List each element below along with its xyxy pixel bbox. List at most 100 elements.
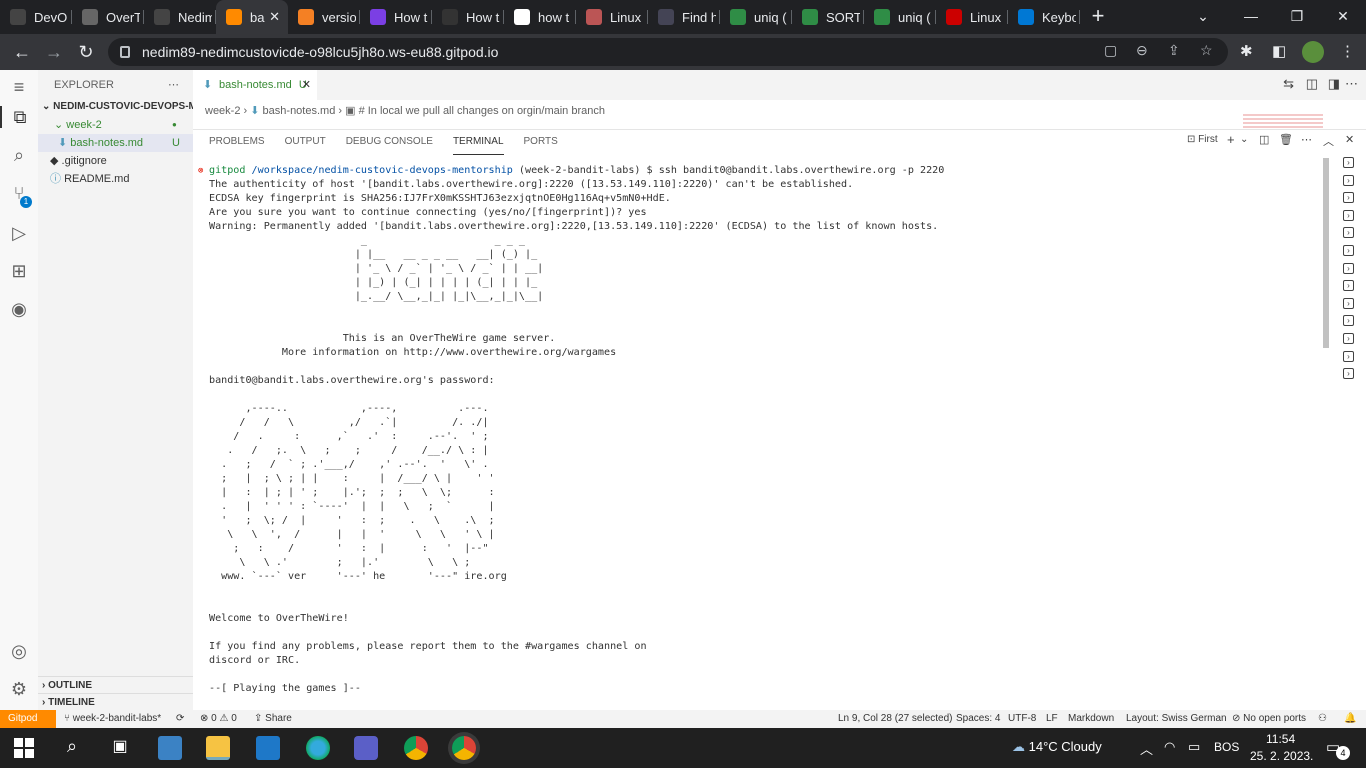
split-editor-icon[interactable]: ◨ [1328, 76, 1340, 92]
github-icon[interactable]: ◉ [8, 298, 30, 320]
file-readme[interactable]: ⓘ README.md [38, 170, 193, 188]
terminal-instance-icon[interactable]: › [1343, 333, 1354, 344]
account-icon[interactable]: ◎ [8, 640, 30, 662]
open-preview-icon[interactable]: ◫ [1306, 76, 1318, 92]
tab-terminal[interactable]: TERMINAL [452, 135, 504, 155]
browser-tab[interactable]: Linux [936, 0, 1008, 34]
chrome-icon[interactable] [404, 736, 428, 760]
reload-icon[interactable]: ↻ [70, 42, 102, 63]
chrome-menu-icon[interactable]: ⋮ [1340, 42, 1355, 60]
terminal-instance-icon[interactable]: › [1343, 227, 1354, 239]
extensions-icon[interactable]: ✱ [1240, 42, 1253, 60]
language-indicator[interactable]: BOS [1214, 740, 1239, 754]
browser-tab[interactable]: SORT [792, 0, 864, 34]
search-icon[interactable]: ⌕ [8, 144, 30, 166]
tray-chevron-icon[interactable]: ︿ [1140, 739, 1153, 758]
tab-output[interactable]: OUTPUT [285, 135, 326, 155]
browser-tab[interactable]: how t [504, 0, 576, 34]
task-view-icon[interactable]: ▣ [108, 736, 132, 760]
browser-tab[interactable]: Nedim [144, 0, 216, 34]
browser-tab[interactable]: Linux [576, 0, 648, 34]
zoom-icon[interactable]: ⊖ [1136, 42, 1148, 59]
problems-indicator[interactable]: ⊗ 0 ⚠ 0 [200, 710, 237, 728]
close-panel-icon[interactable]: ✕ [1345, 133, 1354, 146]
search-icon[interactable]: ⌕ [60, 736, 84, 760]
gitpod-remote-button[interactable]: Gitpod [0, 710, 56, 728]
close-tab-icon[interactable]: ✕ [269, 9, 280, 25]
tab-problems[interactable]: PROBLEMS [209, 135, 265, 155]
browser-tab[interactable]: ba ✕ [216, 0, 288, 34]
extensions-view-icon[interactable]: ⊞ [8, 260, 30, 282]
share-icon[interactable]: ⇪ [1168, 42, 1180, 59]
terminal-instance-icon[interactable]: › [1343, 209, 1354, 221]
browser-tab[interactable]: How t [360, 0, 432, 34]
trash-icon[interactable]: 🗑 [1279, 133, 1293, 146]
terminal-instance-icon[interactable]: › [1343, 297, 1354, 309]
terminal-instance-icon[interactable]: › [1343, 245, 1354, 256]
url-text[interactable]: nedim89-nedimcustovicde-o98lcu5jh8o.ws-e… [142, 44, 498, 60]
maximize-panel-icon[interactable]: ︿ [1323, 133, 1334, 149]
feedback-icon[interactable]: ⚇ [1318, 710, 1327, 728]
edge-icon[interactable] [306, 736, 330, 760]
terminal-instance-icon[interactable]: › [1343, 315, 1354, 327]
weather-widget[interactable]: ☁ 14°C Cloudy [1012, 739, 1102, 755]
store-icon[interactable] [158, 736, 182, 760]
editor-tab-bash-notes[interactable]: ⬇ bash-notes.md U ✕ [193, 70, 317, 100]
ports-indicator[interactable]: ⊘ No open ports [1232, 710, 1306, 728]
side-panel-icon[interactable]: ◧ [1272, 42, 1286, 60]
windows-start-icon[interactable] [12, 736, 36, 760]
file-gitignore[interactable]: ◆ .gitignore [38, 152, 193, 170]
wifi-icon[interactable]: ◠ [1164, 739, 1175, 755]
browser-tab[interactable]: Find h [648, 0, 720, 34]
indentation[interactable]: Spaces: 4 [956, 710, 1000, 728]
tab-search-icon[interactable]: ⌄ [1180, 0, 1226, 34]
terminal-instance-icon[interactable]: › [1343, 280, 1354, 292]
notifications-bell-icon[interactable]: 🔔 [1344, 710, 1356, 728]
browser-tab[interactable]: How t [432, 0, 504, 34]
tab-ports[interactable]: PORTS [524, 135, 558, 155]
encoding[interactable]: UTF-8 [1008, 710, 1036, 728]
timeline-section[interactable]: › TIMELINE [38, 693, 193, 711]
terminal-instance-icon[interactable]: › [1343, 192, 1354, 204]
lock-icon[interactable] [120, 46, 130, 58]
terminal-instance-icon[interactable]: › [1343, 174, 1354, 186]
maximize-button[interactable]: ❐ [1274, 0, 1320, 34]
terminal-instance-icon[interactable]: › [1343, 262, 1354, 274]
close-window-button[interactable]: ✕ [1320, 0, 1366, 34]
more-actions-icon[interactable]: ⋯ [1301, 133, 1312, 146]
browser-tab[interactable]: versio [288, 0, 360, 34]
menu-icon[interactable]: ≡ [8, 76, 30, 98]
outline-section[interactable]: › OUTLINE [38, 676, 193, 694]
more-actions-icon[interactable]: ⋯ [1345, 76, 1358, 92]
browser-tab[interactable]: OverT [72, 0, 144, 34]
terminal-instance-icon[interactable]: › [1343, 157, 1354, 168]
share-button[interactable]: ⇪ Share [254, 710, 292, 728]
close-icon[interactable]: ✕ [302, 70, 311, 100]
teams-icon[interactable] [354, 736, 378, 760]
browser-tab[interactable]: uniq ( [720, 0, 792, 34]
terminal-instance-icon[interactable]: › [1343, 350, 1354, 362]
settings-gear-icon[interactable]: ⚙ [8, 678, 30, 700]
mail-icon[interactable] [256, 736, 280, 760]
file-explorer-icon[interactable] [206, 736, 230, 760]
new-tab-button[interactable]: + [1080, 0, 1116, 34]
clock-time[interactable]: 11:54 [1266, 732, 1295, 746]
forward-icon[interactable]: → [38, 42, 70, 63]
browser-tab[interactable]: uniq ( [864, 0, 936, 34]
language-mode[interactable]: Markdown [1068, 710, 1114, 728]
branch-indicator[interactable]: ⑂ week-2-bandit-labs* [64, 710, 161, 728]
sync-icon[interactable]: ⟳ [176, 710, 184, 728]
terminal-output[interactable]: ⊗ gitpod /workspace/nedim-custovic-devops… [198, 164, 944, 696]
more-actions-icon[interactable]: ⋯ [168, 76, 188, 94]
install-icon[interactable]: ▢ [1104, 42, 1117, 59]
keyboard-layout[interactable]: Layout: Swiss German [1126, 710, 1227, 728]
folder-week-2[interactable]: ⌄ week-2 ● [38, 116, 193, 134]
explorer-icon[interactable]: ⧉ [0, 106, 38, 128]
browser-tab[interactable]: DevOp [0, 0, 72, 34]
chrome-active-icon[interactable] [452, 736, 476, 760]
tab-debug-console[interactable]: DEBUG CONSOLE [346, 135, 433, 155]
minimap[interactable] [1243, 114, 1323, 128]
bookmark-star-icon[interactable]: ☆ [1200, 42, 1213, 59]
run-debug-icon[interactable]: ▷ [8, 222, 30, 244]
browser-tab[interactable]: Keybo [1008, 0, 1080, 34]
